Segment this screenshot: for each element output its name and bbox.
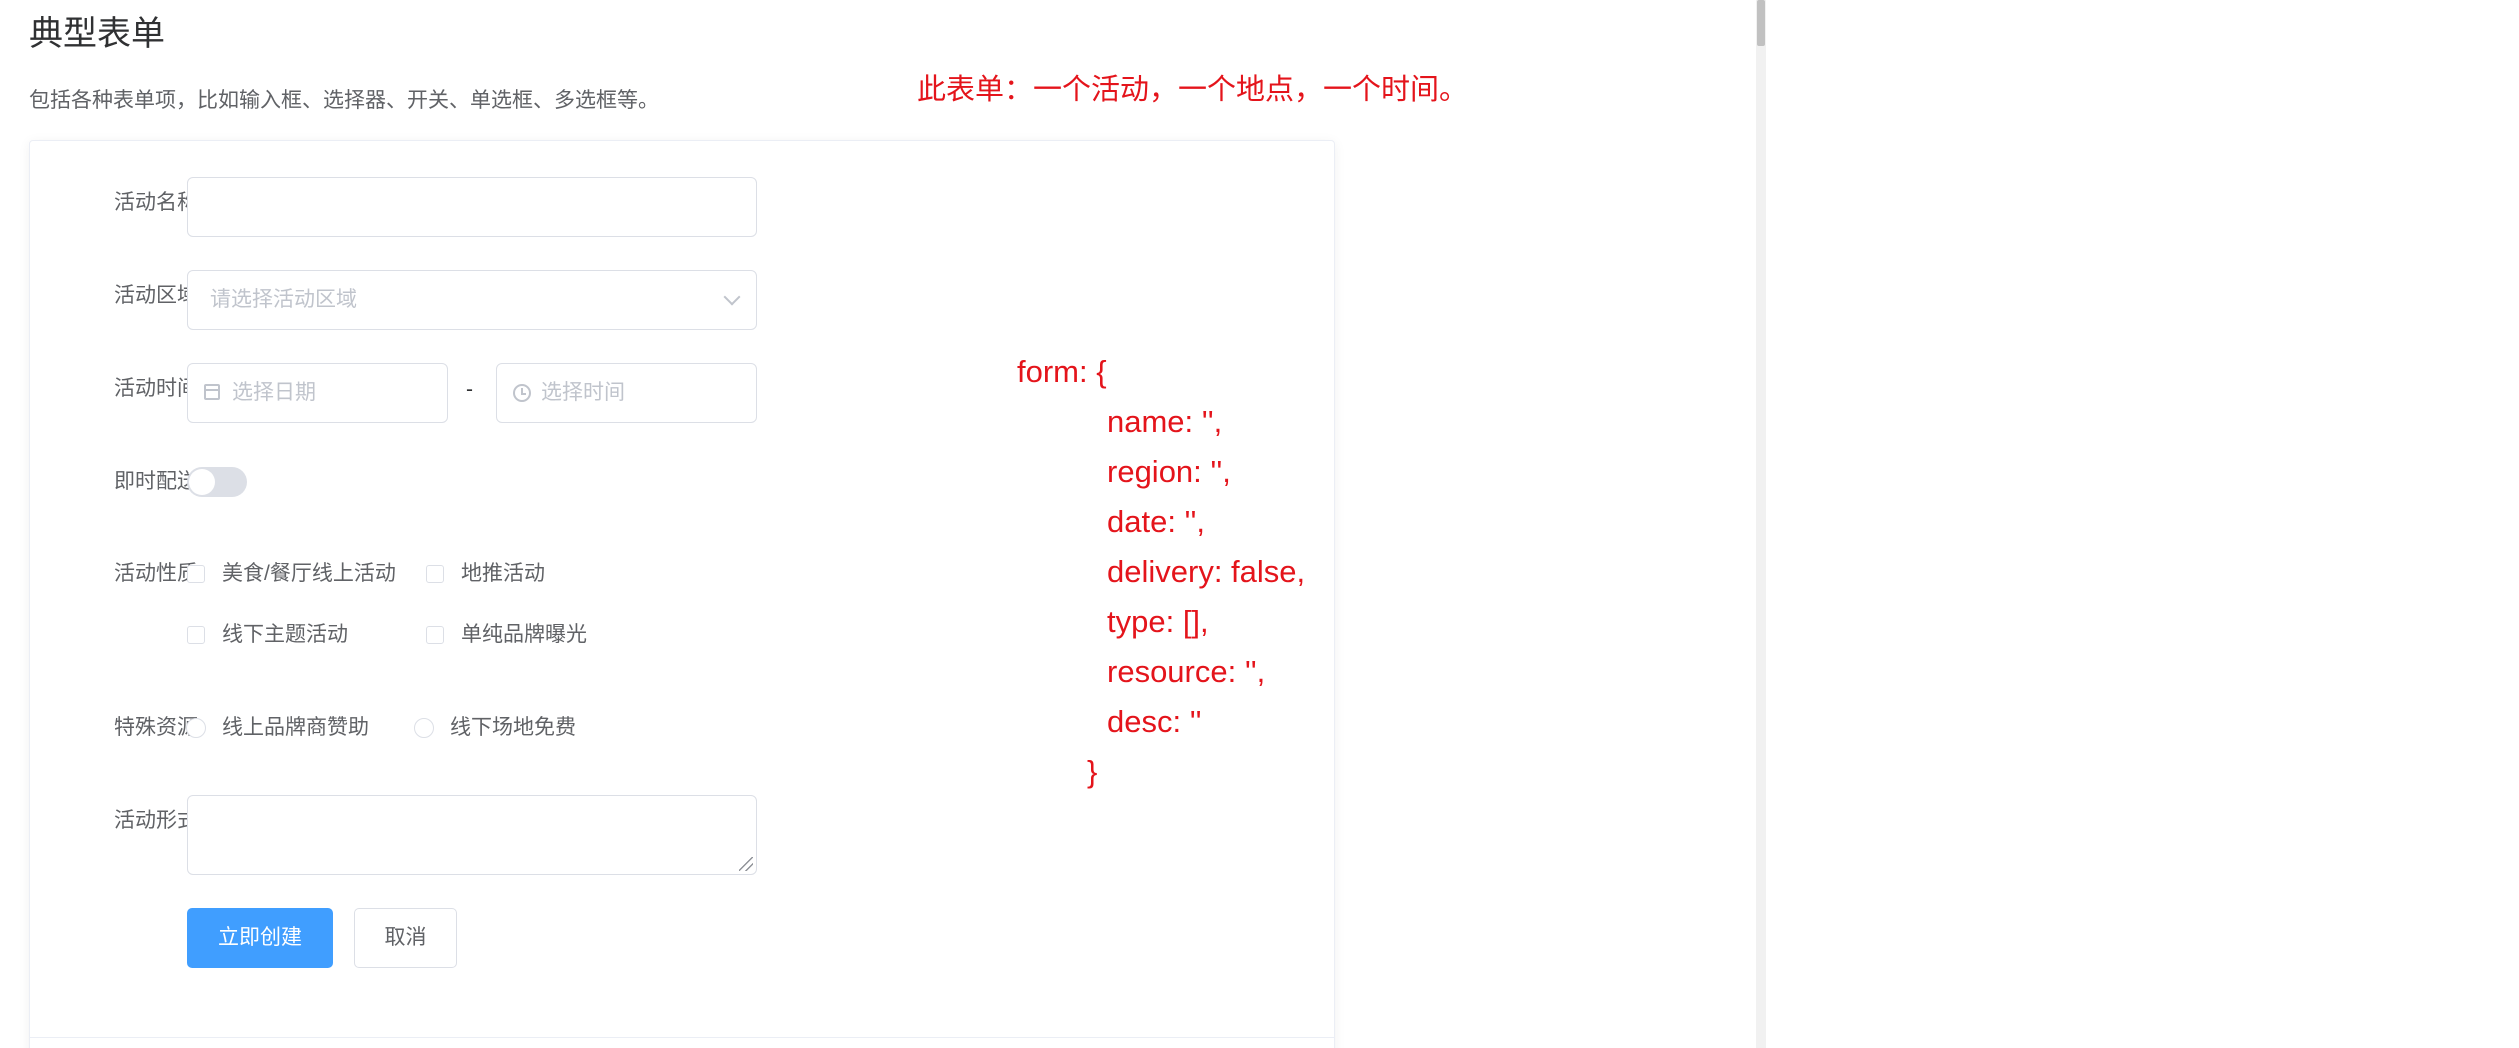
code-line: resource: '',: [1107, 654, 1266, 689]
type-checkbox-brand[interactable]: [426, 626, 444, 644]
calendar-icon: [204, 384, 220, 400]
code-line: region: '',: [1107, 454, 1231, 489]
page-title: 典型表单: [29, 15, 165, 53]
annotation-note: 此表单：一个活动，一个地点，一个时间。: [917, 74, 1469, 106]
vertical-scrollbar[interactable]: [1756, 0, 1766, 1048]
type-option-label[interactable]: 线下主题活动: [222, 620, 348, 650]
scrollbar-thumb[interactable]: [1757, 0, 1765, 46]
name-label: 活动名称: [114, 191, 198, 214]
region-label: 活动区域: [114, 284, 198, 307]
name-input[interactable]: [187, 177, 757, 237]
type-checkbox-food[interactable]: [187, 565, 205, 583]
desc-textarea[interactable]: [187, 795, 757, 875]
date-picker[interactable]: 选择日期: [187, 363, 448, 423]
resource-label: 特殊资源: [114, 716, 198, 739]
delivery-switch[interactable]: [187, 467, 247, 497]
form-card: 活动名称 活动区域 请选择活动区域 活动时间 选择日期 - 选择时间 即时配送: [29, 140, 1335, 1048]
code-line: date: '',: [1107, 504, 1206, 539]
type-label: 活动性质: [114, 562, 198, 585]
time-picker[interactable]: 选择时间: [496, 363, 757, 423]
code-line: name: '',: [1107, 404, 1223, 439]
time-picker-placeholder: 选择时间: [541, 381, 625, 404]
time-range-separator: -: [466, 378, 473, 401]
type-option-label[interactable]: 单纯品牌曝光: [461, 620, 587, 650]
resource-option-label[interactable]: 线上品牌商赞助: [222, 713, 369, 743]
blank-pane: [1766, 0, 2519, 1048]
code-line: delivery: false,: [1107, 554, 1306, 589]
resize-handle-icon[interactable]: [739, 857, 753, 871]
switch-knob: [189, 469, 215, 495]
delivery-label: 即时配送: [114, 470, 198, 493]
region-select-placeholder: 请选择活动区域: [210, 288, 357, 311]
page-description: 包括各种表单项，比如输入框、选择器、开关、单选框、多选框等。: [29, 89, 659, 112]
chevron-down-icon: [723, 288, 741, 306]
date-picker-placeholder: 选择日期: [232, 381, 316, 404]
desc-label: 活动形式: [114, 809, 198, 832]
type-option-label[interactable]: 美食/餐厅线上活动: [222, 559, 396, 589]
code-line: type: [],: [1107, 604, 1209, 639]
code-line: form: {: [1017, 354, 1107, 389]
type-checkbox-ground[interactable]: [426, 565, 444, 583]
cancel-button[interactable]: 取消: [354, 908, 457, 968]
resource-radio-sponsor[interactable]: [186, 718, 206, 738]
code-line: desc: '': [1107, 704, 1202, 739]
time-label: 活动时间: [114, 377, 198, 400]
page: 典型表单 包括各种表单项，比如输入框、选择器、开关、单选框、多选框等。 活动名称…: [0, 0, 2519, 1048]
clock-icon: [513, 384, 531, 402]
type-checkbox-offline[interactable]: [187, 626, 205, 644]
type-option-label[interactable]: 地推活动: [461, 559, 545, 589]
card-divider: [30, 1037, 1334, 1038]
create-button[interactable]: 立即创建: [187, 908, 333, 968]
region-select[interactable]: 请选择活动区域: [187, 270, 757, 330]
resource-radio-venue[interactable]: [414, 718, 434, 738]
code-line: }: [1087, 754, 1098, 789]
content-pane: 典型表单 包括各种表单项，比如输入框、选择器、开关、单选框、多选框等。 活动名称…: [0, 0, 1756, 1048]
resource-option-label[interactable]: 线下场地免费: [450, 713, 576, 743]
